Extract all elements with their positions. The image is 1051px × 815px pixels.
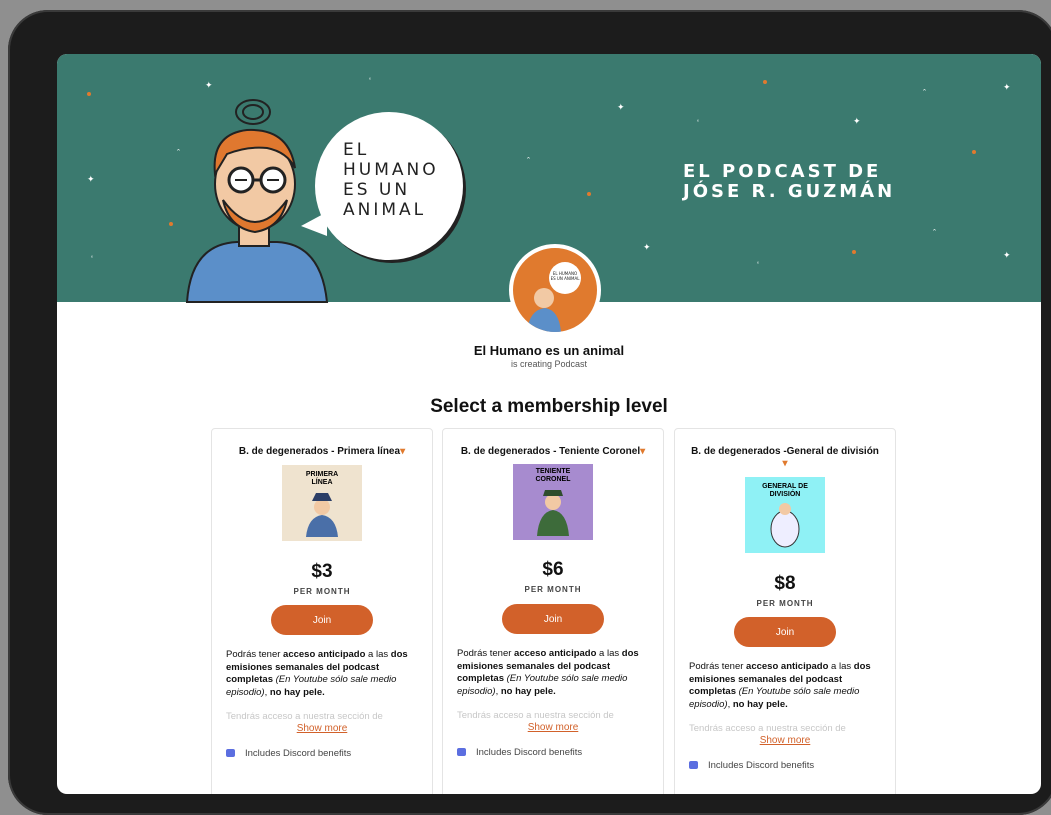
avatar-text: ES UN ANIMAL — [551, 276, 581, 281]
confetti-icon: ‘ — [91, 254, 93, 264]
tier-image: GENERAL DE DIVISIÓN — [745, 477, 825, 553]
tier-image-label: PRIMERA LÍNEA — [305, 471, 339, 486]
tier-image: PRIMERA LÍNEA — [282, 465, 362, 541]
confetti-icon: ✦ — [617, 102, 625, 112]
tier-title-text: B. de degenerados - Teniente Coronel — [460, 446, 641, 457]
tier-image: TENIENTE CORONEL — [513, 464, 593, 540]
confetti-icon: ✦ — [853, 116, 861, 126]
section-title: Select a membership level — [430, 396, 668, 417]
show-more-link[interactable]: Show more — [212, 723, 432, 734]
tier-title-text: B. de degenerados -General de división — [691, 446, 879, 457]
dot-icon — [972, 150, 976, 154]
tier-image-label: GENERAL DE DIVISIÓN — [762, 483, 808, 498]
desc-text: acceso anticipado — [746, 661, 829, 672]
desc-text: a las — [365, 649, 391, 660]
tier-card-general-de-division: B. de degenerados -General de división ▾ … — [674, 428, 896, 794]
discord-benefit: Includes Discord benefits — [457, 747, 582, 758]
desc-text: a las — [596, 648, 622, 659]
join-button[interactable]: Join — [734, 617, 836, 647]
confetti-icon: ✦ — [1003, 250, 1011, 260]
creator-avatar[interactable]: EL HUMANO ES UN ANIMAL — [509, 244, 601, 336]
discord-icon — [226, 749, 235, 758]
tier-price: $6 — [542, 559, 564, 580]
speech-bubble: EL HUMANO ES UN ANIMAL — [301, 112, 463, 260]
speech-line: HUMANO — [343, 160, 439, 180]
discord-label: Includes Discord benefits — [476, 747, 583, 758]
creator-subtitle: is creating Podcast — [510, 359, 588, 369]
desc-text: a las — [828, 661, 854, 672]
desc-text: no hay pele. — [500, 685, 556, 697]
discord-benefit: Includes Discord benefits — [689, 760, 814, 771]
tier-period: PER MONTH — [524, 585, 582, 594]
tier-period: PER MONTH — [293, 587, 351, 596]
confetti-icon: ✦ — [643, 242, 651, 252]
soldier-icon — [306, 493, 338, 537]
tier-description: Podrás tener acceso anticipado a las dos… — [457, 648, 651, 698]
confetti-icon: ˆ — [933, 228, 936, 238]
dot-icon — [169, 222, 173, 226]
officer-icon — [537, 490, 569, 536]
speech-bubble-tail — [301, 212, 327, 236]
character-illustration — [185, 99, 329, 303]
podcast-title-line: JÓSE R. GUZMÁN — [683, 181, 896, 202]
speech-bubble-text: EL HUMANO ES UN ANIMAL — [343, 140, 463, 220]
dot-icon — [587, 192, 591, 196]
tier-price: $8 — [774, 573, 796, 594]
tier-price: $3 — [311, 561, 333, 582]
show-more-link[interactable]: Show more — [675, 735, 895, 746]
discord-icon — [689, 761, 698, 770]
tier-image-label: TENIENTE CORONEL — [535, 468, 571, 483]
confetti-icon: ✦ — [205, 80, 213, 90]
confetti-icon: ✦ — [87, 174, 95, 184]
confetti-icon: ‘ — [757, 260, 759, 270]
dot-icon — [763, 80, 767, 84]
medal-icon: ▾ — [640, 446, 646, 457]
confetti-icon: ✦ — [1003, 82, 1011, 92]
confetti-icon: ‘ — [697, 118, 699, 128]
desc-text: Podrás tener — [689, 661, 747, 672]
confetti-icon: ˆ — [527, 156, 530, 166]
tier-title-text: B. de degenerados - Primera línea — [238, 446, 401, 457]
speech-line: ANIMAL — [343, 200, 427, 220]
discord-label: Includes Discord benefits — [708, 760, 815, 771]
join-button[interactable]: Join — [271, 605, 373, 635]
podcast-title-line: EL PODCAST DE — [683, 161, 882, 182]
tablet-frame: ✦ ‘ ˆ ✦ ‘ ✦ ˆ ‘ ✦ ˆ ✦ ✦ ‘ ˆ ✦ EL HUMANO … — [8, 10, 1051, 815]
show-more-link[interactable]: Show more — [443, 722, 663, 733]
desc-text: Podrás tener — [226, 649, 284, 660]
tier-card-teniente-coronel: B. de degenerados - Teniente Coronel▾ TE… — [442, 428, 664, 794]
screen: ✦ ‘ ˆ ✦ ‘ ✦ ˆ ‘ ✦ ˆ ✦ ✦ ‘ ˆ ✦ EL HUMANO … — [57, 54, 1041, 794]
desc-text: no hay pele. — [732, 698, 788, 710]
dot-icon — [852, 250, 856, 254]
discord-benefit: Includes Discord benefits — [226, 748, 351, 759]
tier-period: PER MONTH — [756, 599, 814, 608]
desc-text: acceso anticipado — [514, 648, 597, 659]
tier-title: B. de degenerados -General de división ▾ — [681, 446, 889, 470]
tier-description: Podrás tener acceso anticipado a las dos… — [689, 661, 883, 711]
tier-faded-text: Tendrás acceso a nuestra sección de — [226, 711, 383, 722]
desc-text: no hay pele. — [269, 686, 325, 698]
discord-icon — [457, 748, 466, 757]
confetti-icon: ˆ — [923, 88, 926, 98]
speech-line: ES UN — [343, 180, 411, 200]
tier-title: B. de degenerados - Primera línea▾ — [218, 446, 426, 458]
medal-icon: ▾ — [782, 458, 788, 469]
podcast-title: EL PODCAST DE JÓSE R. GUZMÁN — [683, 162, 903, 202]
general-icon — [770, 503, 800, 548]
tier-description: Podrás tener acceso anticipado a las dos… — [226, 649, 420, 699]
medal-icon: ▾ — [400, 446, 406, 457]
tier-card-primera-linea: B. de degenerados - Primera línea▾ PRIME… — [211, 428, 433, 794]
desc-text: acceso anticipado — [283, 649, 366, 660]
desc-text: Podrás tener — [457, 648, 515, 659]
tier-faded-text: Tendrás acceso a nuestra sección de — [689, 723, 846, 734]
avatar-illustration: EL HUMANO ES UN ANIMAL — [527, 262, 581, 332]
creator-name[interactable]: El Humano es un animal — [57, 343, 1041, 358]
confetti-icon: ‘ — [369, 76, 371, 86]
speech-line: EL — [343, 140, 370, 160]
dot-icon — [87, 92, 91, 96]
tier-faded-text: Tendrás acceso a nuestra sección de — [457, 710, 614, 721]
discord-label: Includes Discord benefits — [245, 748, 352, 759]
tier-title: B. de degenerados - Teniente Coronel▾ — [449, 446, 657, 458]
join-button[interactable]: Join — [502, 604, 604, 634]
